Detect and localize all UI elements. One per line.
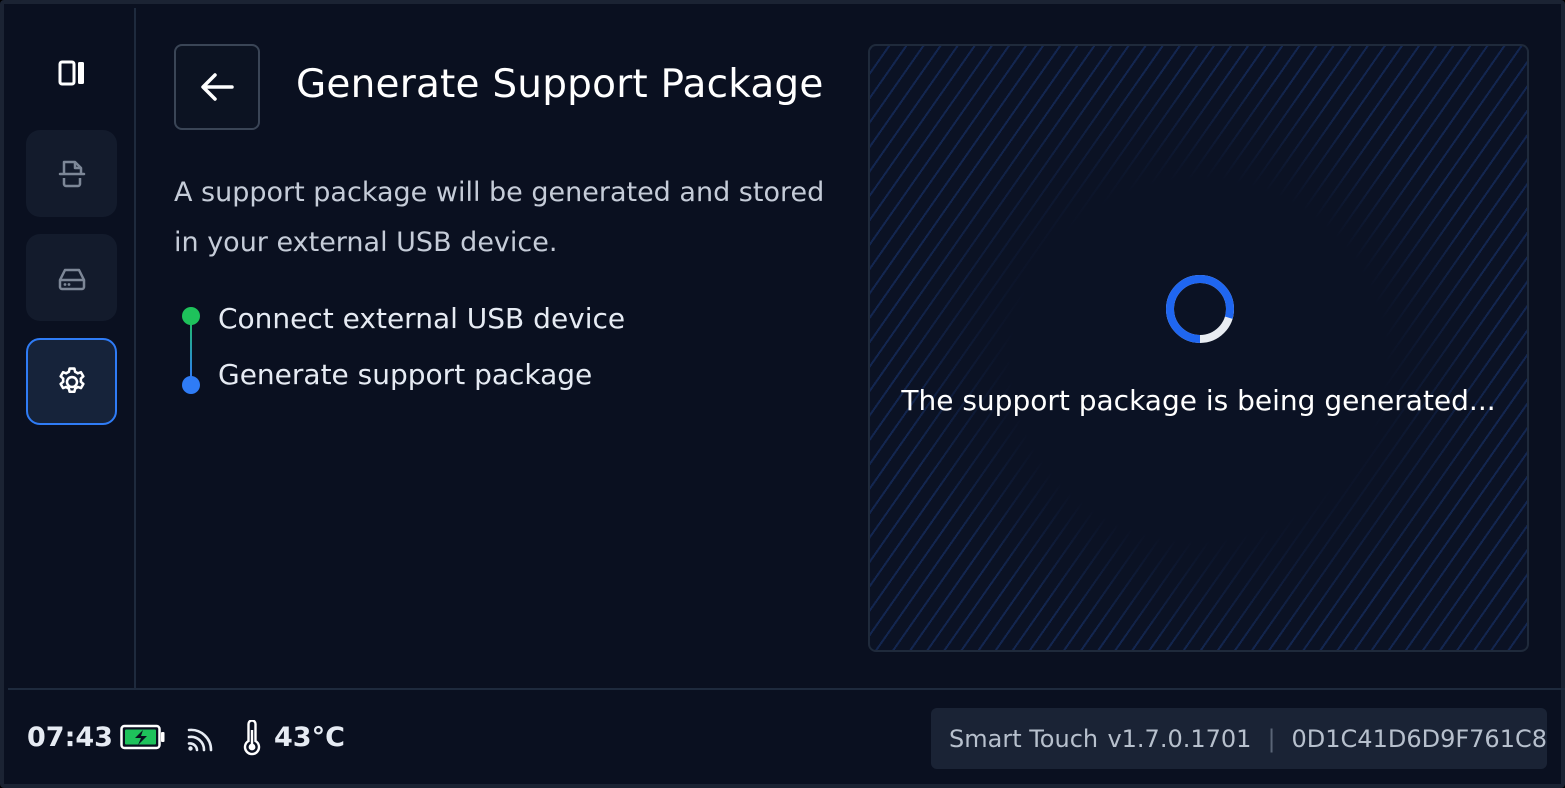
drive-icon (58, 268, 85, 290)
step-connector (190, 316, 192, 378)
sidebar-item-storage[interactable] (26, 234, 117, 321)
step-dot-current (182, 376, 200, 394)
battery-charging-icon (120, 724, 165, 750)
device-info-badge: Smart Touch v1.7.0.1701 | 0D1C41D6D9F761… (931, 708, 1547, 769)
step-label-connect-usb: Connect external USB device (218, 302, 626, 335)
step-dot-done (182, 307, 200, 325)
app-name: Smart Touch (949, 724, 1099, 753)
page-title: Generate Support Package (296, 62, 824, 107)
sidebar (8, 8, 136, 688)
arrow-left-icon (201, 73, 234, 101)
page-description: A support package will be generated and … (174, 177, 825, 258)
sidebar-item-documents[interactable] (26, 130, 117, 217)
status-bar: 07:43 43°C Smart Touch v1.7.0.1701 | 0D1… (8, 688, 1565, 788)
progress-status-text: The support package is being generated..… (901, 384, 1496, 417)
device-id: 0D1C41D6D9F761C8 (1291, 724, 1547, 753)
panel-glow (870, 46, 1527, 650)
clock: 07:43 (27, 722, 113, 753)
wifi-signal-icon (187, 728, 213, 752)
app-version: v1.7.0.1701 (1107, 724, 1252, 753)
app-window: Generate Support Package A support packa… (0, 0, 1565, 788)
back-button[interactable] (174, 44, 260, 130)
progress-panel: The support package is being generated..… (868, 44, 1529, 652)
loading-spinner-icon (1166, 275, 1234, 343)
sidebar-item-settings[interactable] (26, 338, 117, 425)
separator: | (1267, 724, 1276, 753)
step-label-generate: Generate support package (218, 358, 593, 391)
temperature-readout: 43°C (274, 722, 345, 753)
sidebar-toggle-icon[interactable] (58, 58, 86, 88)
thermometer-icon (243, 720, 261, 756)
document-icon (58, 160, 85, 187)
gear-icon (58, 366, 85, 393)
